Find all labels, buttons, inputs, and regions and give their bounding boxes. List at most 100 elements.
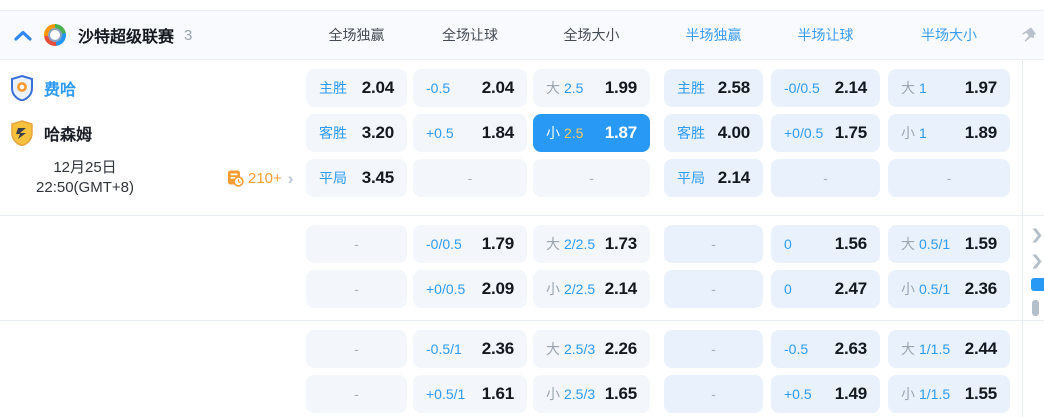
odds-cell[interactable]: 大 0.5/1 1.59 <box>888 225 1010 263</box>
empty-left <box>0 330 306 368</box>
odds-group: - -0.5/1 2.36 大 2.5/3 2.26 - -0.5 2.63 大 1/1.5 2.44… <box>0 321 1044 417</box>
odds-cell[interactable]: -0/0.5 1.79 <box>413 225 527 263</box>
odds-cell[interactable]: 平局 3.45 <box>306 159 407 197</box>
odds-cell[interactable]: 小 1/1.5 1.55 <box>888 375 1010 413</box>
odds-value: 1.55 <box>964 384 997 403</box>
odds-value: 3.20 <box>361 123 394 142</box>
odds-cell[interactable]: 小 2/2.5 2.14 <box>533 270 650 308</box>
odds-cell-selected[interactable]: 小 2.5 1.87 <box>533 114 650 152</box>
odds-cell[interactable]: -0/0.5 2.14 <box>771 69 880 107</box>
odds-cell[interactable]: 大 1 1.97 <box>888 69 1010 107</box>
pin-icon[interactable] <box>1018 25 1038 50</box>
team-row-left: 费哈 <box>0 69 306 107</box>
odds-cell-label: -0/0.5 <box>784 80 820 96</box>
odds-cell[interactable]: -0.5 2.04 <box>413 69 527 107</box>
odds-cell[interactable]: +0/0.5 2.09 <box>413 270 527 308</box>
league-icon <box>44 24 66 46</box>
odds-value: 1.65 <box>604 384 637 403</box>
odds-cell-label: 0 <box>784 236 792 252</box>
collapse-chevron-up-icon[interactable] <box>14 30 32 41</box>
odds-cell[interactable]: 客胜 4.00 <box>664 114 763 152</box>
right-divider <box>1022 60 1023 417</box>
away-team-crest-icon <box>10 120 34 146</box>
odds-cell-empty: - <box>306 330 407 368</box>
odds-cell[interactable]: -0.5/1 2.36 <box>413 330 527 368</box>
odds-value: 1.97 <box>964 78 997 97</box>
odds-cell-label: 小 2.5 <box>546 125 584 141</box>
odds-cell-label: -0/0.5 <box>426 236 462 252</box>
odds-cell[interactable]: 小 1 1.89 <box>888 114 1010 152</box>
odds-value: 1.75 <box>834 123 867 142</box>
odds-cell[interactable]: 平局 2.14 <box>664 159 763 197</box>
odds-cell-empty: - <box>306 375 407 413</box>
odds-value: 2.09 <box>481 279 514 298</box>
side-gray-bar <box>1032 300 1039 316</box>
odds-cell[interactable]: 0 2.47 <box>771 270 880 308</box>
more-markets-link[interactable]: 210+ › <box>226 169 293 187</box>
odds-value: 1.73 <box>604 234 637 253</box>
odds-cell-empty: - <box>664 270 763 308</box>
odds-cell[interactable]: 小 2.5/3 1.65 <box>533 375 650 413</box>
odds-cell-empty: - <box>888 159 1010 197</box>
odds-cell-label: 大1 <box>901 80 927 96</box>
odds-value: 2.63 <box>834 339 867 358</box>
side-controls: ❯ ❯ <box>1030 226 1044 316</box>
team-row-left: 哈森姆 <box>0 114 306 152</box>
odds-value: 2.36 <box>481 339 514 358</box>
odds-cell[interactable]: 主胜 2.04 <box>306 69 407 107</box>
odds-cell[interactable]: 大 2.5 1.99 <box>533 69 650 107</box>
odds-value: 1.56 <box>834 234 867 253</box>
match-info-left: 12月25日 22:50(GMT+8) 210+ › <box>0 159 306 197</box>
odds-cell[interactable]: -0.5 2.63 <box>771 330 880 368</box>
odds-cell[interactable]: +0.5 1.84 <box>413 114 527 152</box>
odds-cell-label: 主胜 <box>677 80 705 96</box>
league-name: 沙特超级联赛 <box>78 29 175 46</box>
odds-cell[interactable]: 客胜 3.20 <box>306 114 407 152</box>
odds-value: 2.47 <box>834 279 867 298</box>
odds-cell-label: -0.5/1 <box>426 341 462 357</box>
odds-cell[interactable]: 主胜 2.58 <box>664 69 763 107</box>
empty-left <box>0 225 306 263</box>
odds-cell[interactable]: 小 0.5/1 2.36 <box>888 270 1010 308</box>
odds-cell-empty: - <box>664 225 763 263</box>
odds-row: - -0/0.5 1.79 大 2/2.5 1.73-0 1.56 大 0.5/1 1.59 <box>0 225 1044 263</box>
odds-cell[interactable]: 0 1.56 <box>771 225 880 263</box>
odds-cell-label: 小 1/1.5 <box>901 386 951 402</box>
odds-cell-empty: - <box>533 159 650 197</box>
odds-cell[interactable]: +0/0.5 1.75 <box>771 114 880 152</box>
odds-cell-label: +0/0.5 <box>784 125 824 141</box>
side-blue-badge[interactable] <box>1031 278 1044 291</box>
market-column-header: 全场大小 <box>563 27 620 43</box>
chevron-right-icon: › <box>287 168 294 188</box>
odds-cell[interactable]: 大 1/1.5 2.44 <box>888 330 1010 368</box>
league-header-left: 沙特超级联赛 3 <box>0 23 306 47</box>
odds-cell[interactable]: 大 2.5/3 2.26 <box>533 330 650 368</box>
odds-cell-label: 平局 <box>677 170 705 186</box>
league-header: 沙特超级联赛 3 全场独赢 全场让球 全场大小 半场独赢 半场让球 半场大小 <box>0 10 1044 60</box>
market-column-header: 半场让球 <box>797 27 854 43</box>
odds-cell-empty: - <box>664 375 763 413</box>
odds-row: 费哈 主胜 2.04 -0.5 2.04 大 2.5 1.99 主胜 2.58 -0/0.5 2.14… <box>0 69 1044 107</box>
odds-cell-label: 客胜 <box>677 125 705 141</box>
odds-cell-label: 0 <box>784 281 792 297</box>
odds-cell-label: 主胜 <box>319 80 347 96</box>
odds-cell[interactable]: +0.5 1.49 <box>771 375 880 413</box>
odds-row: - +0/0.5 2.09 小 2/2.5 2.14-0 2.47 小 0.5/1 2.36 <box>0 270 1044 308</box>
odds-cell-label: +0.5 <box>426 125 454 141</box>
odds-value: 2.44 <box>964 339 997 358</box>
side-chevron-icon[interactable]: ❯ <box>1030 252 1044 269</box>
odds-value: 2.14 <box>834 78 867 97</box>
side-chevron-icon[interactable]: ❯ <box>1030 226 1044 243</box>
odds-value: 2.36 <box>964 279 997 298</box>
odds-cell[interactable]: 大 2/2.5 1.73 <box>533 225 650 263</box>
empty-left <box>0 375 306 413</box>
odds-value: 1.99 <box>604 78 637 97</box>
odds-value: 1.87 <box>604 123 637 142</box>
odds-cell-label: 大 1/1.5 <box>901 341 951 357</box>
odds-cell-empty: - <box>306 270 407 308</box>
match-time: 22:50(GMT+8) <box>36 179 134 196</box>
odds-cell[interactable]: +0.5/1 1.61 <box>413 375 527 413</box>
odds-value: 3.45 <box>361 168 394 187</box>
odds-cell-empty: - <box>306 225 407 263</box>
odds-cell-label: 大 2/2.5 <box>546 236 596 252</box>
